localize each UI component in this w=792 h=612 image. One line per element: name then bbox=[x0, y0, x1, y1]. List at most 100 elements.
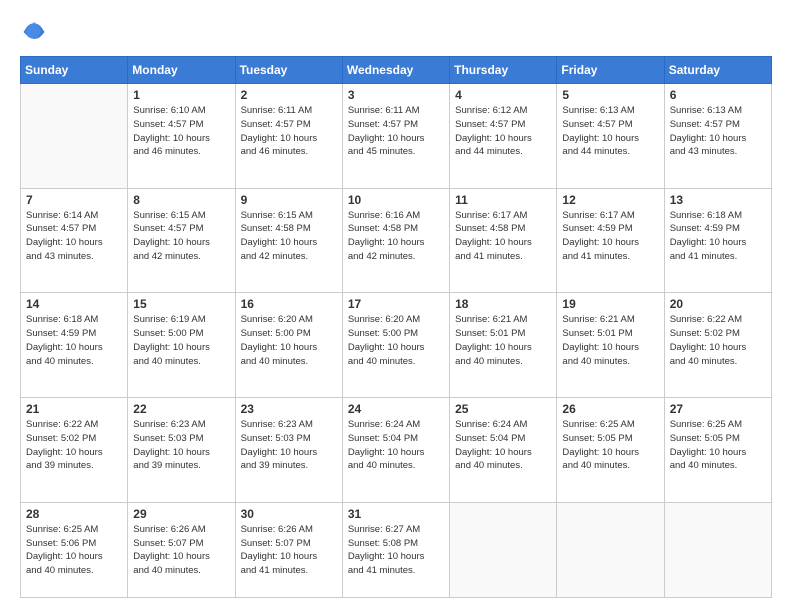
weekday-header-friday: Friday bbox=[557, 57, 664, 84]
day-cell: 31Sunrise: 6:27 AM Sunset: 5:08 PM Dayli… bbox=[342, 502, 449, 597]
day-cell: 27 Sunrise: 6:25 AM Sunset: 5:05 PM Dayli… bbox=[664, 398, 771, 503]
day-cell: 12 Sunrise: 6:17 AM Sunset: 4:59 PM Dayli… bbox=[557, 188, 664, 293]
day-number: 19 bbox=[562, 297, 658, 311]
day-cell: 21 Sunrise: 6:22 AM Sunset: 5:02 PM Dayli… bbox=[21, 398, 128, 503]
day-info: Sunrise: 6:12 AM Sunset: 4:57 PM Dayligh… bbox=[455, 104, 551, 159]
day-info: Sunrise: 6:27 AM Sunset: 5:08 PM Dayligh… bbox=[348, 523, 444, 578]
header bbox=[20, 18, 772, 46]
weekday-header-wednesday: Wednesday bbox=[342, 57, 449, 84]
day-info: Sunrise: 6:11 AM Sunset: 4:57 PM Dayligh… bbox=[241, 104, 337, 159]
day-number: 7 bbox=[26, 193, 122, 207]
day-info: Sunrise: 6:23 AM Sunset: 5:03 PM Dayligh… bbox=[241, 418, 337, 473]
page: SundayMondayTuesdayWednesdayThursdayFrid… bbox=[0, 0, 792, 612]
day-info: Sunrise: 6:15 AM Sunset: 4:58 PM Dayligh… bbox=[241, 209, 337, 264]
day-number: 21 bbox=[26, 402, 122, 416]
day-number: 30 bbox=[241, 507, 337, 521]
day-number: 11 bbox=[455, 193, 551, 207]
calendar-body: 1 Sunrise: 6:10 AM Sunset: 4:57 PM Daylig… bbox=[21, 84, 772, 598]
day-number: 14 bbox=[26, 297, 122, 311]
day-cell: 22 Sunrise: 6:23 AM Sunset: 5:03 PM Dayli… bbox=[128, 398, 235, 503]
day-number: 25 bbox=[455, 402, 551, 416]
day-info: Sunrise: 6:18 AM Sunset: 4:59 PM Dayligh… bbox=[670, 209, 766, 264]
day-cell: 29 Sunrise: 6:26 AM Sunset: 5:07 PM Dayli… bbox=[128, 502, 235, 597]
weekday-header-monday: Monday bbox=[128, 57, 235, 84]
day-number: 9 bbox=[241, 193, 337, 207]
day-cell: 16Sunrise: 6:20 AM Sunset: 5:00 PM Dayli… bbox=[235, 293, 342, 398]
day-number: 4 bbox=[455, 88, 551, 102]
day-info: Sunrise: 6:17 AM Sunset: 4:58 PM Dayligh… bbox=[455, 209, 551, 264]
week-row-5: 28 Sunrise: 6:25 AM Sunset: 5:06 PM Dayli… bbox=[21, 502, 772, 597]
day-number: 10 bbox=[348, 193, 444, 207]
day-info: Sunrise: 6:21 AM Sunset: 5:01 PM Dayligh… bbox=[562, 313, 658, 368]
day-number: 26 bbox=[562, 402, 658, 416]
day-cell: 5Sunrise: 6:13 AM Sunset: 4:57 PM Daylig… bbox=[557, 84, 664, 189]
day-info: Sunrise: 6:13 AM Sunset: 4:57 PM Dayligh… bbox=[670, 104, 766, 159]
day-info: Sunrise: 6:23 AM Sunset: 5:03 PM Dayligh… bbox=[133, 418, 229, 473]
day-number: 6 bbox=[670, 88, 766, 102]
day-cell: 4 Sunrise: 6:12 AM Sunset: 4:57 PM Daylig… bbox=[450, 84, 557, 189]
day-number: 20 bbox=[670, 297, 766, 311]
day-cell: 26Sunrise: 6:25 AM Sunset: 5:05 PM Dayli… bbox=[557, 398, 664, 503]
day-info: Sunrise: 6:10 AM Sunset: 4:57 PM Dayligh… bbox=[133, 104, 229, 159]
week-row-1: 1 Sunrise: 6:10 AM Sunset: 4:57 PM Daylig… bbox=[21, 84, 772, 189]
day-cell: 10 Sunrise: 6:16 AM Sunset: 4:58 PM Dayli… bbox=[342, 188, 449, 293]
day-number: 29 bbox=[133, 507, 229, 521]
day-cell bbox=[450, 502, 557, 597]
day-info: Sunrise: 6:26 AM Sunset: 5:07 PM Dayligh… bbox=[241, 523, 337, 578]
day-number: 2 bbox=[241, 88, 337, 102]
day-info: Sunrise: 6:24 AM Sunset: 5:04 PM Dayligh… bbox=[455, 418, 551, 473]
day-info: Sunrise: 6:13 AM Sunset: 4:57 PM Dayligh… bbox=[562, 104, 658, 159]
day-cell: 28 Sunrise: 6:25 AM Sunset: 5:06 PM Dayli… bbox=[21, 502, 128, 597]
day-cell: 13Sunrise: 6:18 AM Sunset: 4:59 PM Dayli… bbox=[664, 188, 771, 293]
day-number: 24 bbox=[348, 402, 444, 416]
weekday-header-tuesday: Tuesday bbox=[235, 57, 342, 84]
day-number: 27 bbox=[670, 402, 766, 416]
logo-icon bbox=[20, 18, 48, 46]
day-cell: 19 Sunrise: 6:21 AM Sunset: 5:01 PM Dayli… bbox=[557, 293, 664, 398]
week-row-2: 7 Sunrise: 6:14 AM Sunset: 4:57 PM Daylig… bbox=[21, 188, 772, 293]
day-cell: 24Sunrise: 6:24 AM Sunset: 5:04 PM Dayli… bbox=[342, 398, 449, 503]
day-info: Sunrise: 6:18 AM Sunset: 4:59 PM Dayligh… bbox=[26, 313, 122, 368]
day-info: Sunrise: 6:17 AM Sunset: 4:59 PM Dayligh… bbox=[562, 209, 658, 264]
day-number: 12 bbox=[562, 193, 658, 207]
day-cell: 20 Sunrise: 6:22 AM Sunset: 5:02 PM Dayli… bbox=[664, 293, 771, 398]
logo bbox=[20, 18, 52, 46]
weekday-header-row: SundayMondayTuesdayWednesdayThursdayFrid… bbox=[21, 57, 772, 84]
day-info: Sunrise: 6:25 AM Sunset: 5:06 PM Dayligh… bbox=[26, 523, 122, 578]
day-info: Sunrise: 6:22 AM Sunset: 5:02 PM Dayligh… bbox=[670, 313, 766, 368]
day-info: Sunrise: 6:20 AM Sunset: 5:00 PM Dayligh… bbox=[348, 313, 444, 368]
day-info: Sunrise: 6:15 AM Sunset: 4:57 PM Dayligh… bbox=[133, 209, 229, 264]
week-row-4: 21 Sunrise: 6:22 AM Sunset: 5:02 PM Dayli… bbox=[21, 398, 772, 503]
day-info: Sunrise: 6:14 AM Sunset: 4:57 PM Dayligh… bbox=[26, 209, 122, 264]
day-cell: 1 Sunrise: 6:10 AM Sunset: 4:57 PM Daylig… bbox=[128, 84, 235, 189]
day-number: 22 bbox=[133, 402, 229, 416]
day-number: 28 bbox=[26, 507, 122, 521]
day-cell: 3Sunrise: 6:11 AM Sunset: 4:57 PM Daylig… bbox=[342, 84, 449, 189]
day-number: 1 bbox=[133, 88, 229, 102]
day-number: 18 bbox=[455, 297, 551, 311]
day-info: Sunrise: 6:19 AM Sunset: 5:00 PM Dayligh… bbox=[133, 313, 229, 368]
weekday-header-sunday: Sunday bbox=[21, 57, 128, 84]
day-info: Sunrise: 6:26 AM Sunset: 5:07 PM Dayligh… bbox=[133, 523, 229, 578]
weekday-header-saturday: Saturday bbox=[664, 57, 771, 84]
day-cell bbox=[21, 84, 128, 189]
day-info: Sunrise: 6:16 AM Sunset: 4:58 PM Dayligh… bbox=[348, 209, 444, 264]
weekday-header-thursday: Thursday bbox=[450, 57, 557, 84]
day-cell: 7 Sunrise: 6:14 AM Sunset: 4:57 PM Daylig… bbox=[21, 188, 128, 293]
day-info: Sunrise: 6:22 AM Sunset: 5:02 PM Dayligh… bbox=[26, 418, 122, 473]
day-cell: 14 Sunrise: 6:18 AM Sunset: 4:59 PM Dayli… bbox=[21, 293, 128, 398]
day-cell: 17Sunrise: 6:20 AM Sunset: 5:00 PM Dayli… bbox=[342, 293, 449, 398]
day-cell: 11 Sunrise: 6:17 AM Sunset: 4:58 PM Dayli… bbox=[450, 188, 557, 293]
day-info: Sunrise: 6:11 AM Sunset: 4:57 PM Dayligh… bbox=[348, 104, 444, 159]
day-cell: 2 Sunrise: 6:11 AM Sunset: 4:57 PM Daylig… bbox=[235, 84, 342, 189]
week-row-3: 14 Sunrise: 6:18 AM Sunset: 4:59 PM Dayli… bbox=[21, 293, 772, 398]
day-cell: 15Sunrise: 6:19 AM Sunset: 5:00 PM Dayli… bbox=[128, 293, 235, 398]
calendar-table: SundayMondayTuesdayWednesdayThursdayFrid… bbox=[20, 56, 772, 598]
day-cell: 25 Sunrise: 6:24 AM Sunset: 5:04 PM Dayli… bbox=[450, 398, 557, 503]
day-cell bbox=[664, 502, 771, 597]
day-info: Sunrise: 6:25 AM Sunset: 5:05 PM Dayligh… bbox=[670, 418, 766, 473]
day-cell: 9 Sunrise: 6:15 AM Sunset: 4:58 PM Daylig… bbox=[235, 188, 342, 293]
day-info: Sunrise: 6:21 AM Sunset: 5:01 PM Dayligh… bbox=[455, 313, 551, 368]
day-cell: 30 Sunrise: 6:26 AM Sunset: 5:07 PM Dayli… bbox=[235, 502, 342, 597]
day-cell: 6 Sunrise: 6:13 AM Sunset: 4:57 PM Daylig… bbox=[664, 84, 771, 189]
